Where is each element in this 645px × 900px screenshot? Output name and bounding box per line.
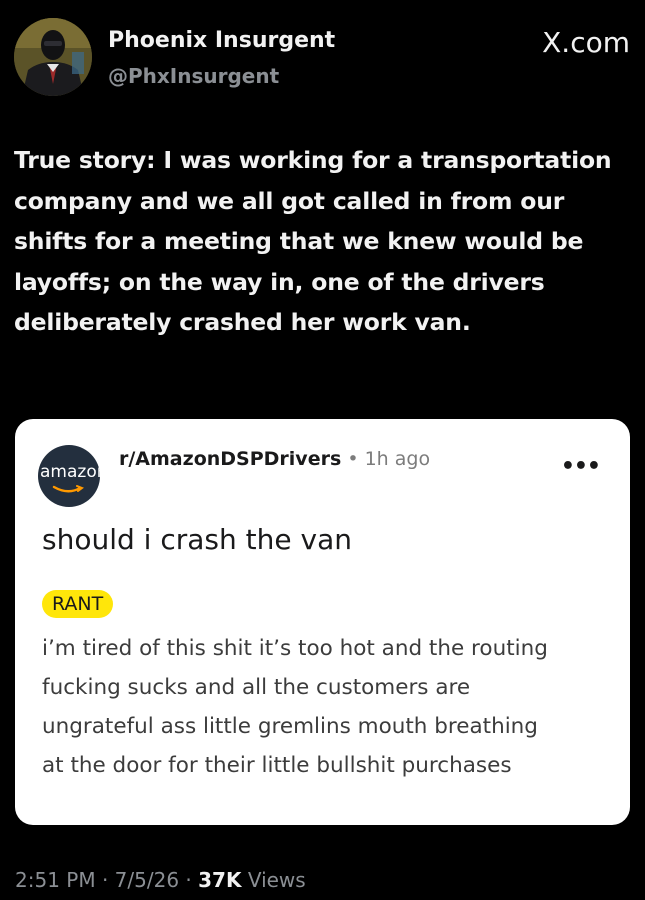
site-watermark: X.com bbox=[542, 26, 630, 59]
meta-separator: • bbox=[347, 448, 359, 470]
more-options-icon[interactable]: ••• bbox=[561, 456, 601, 478]
post-title[interactable]: should i crash the van bbox=[42, 523, 352, 556]
profile-photo-icon bbox=[14, 18, 92, 96]
tweet-time[interactable]: 2:51 PM bbox=[15, 868, 96, 892]
subreddit-name[interactable]: r/AmazonDSPDrivers bbox=[119, 448, 341, 470]
post-meta-line: r/AmazonDSPDrivers • 1h ago bbox=[119, 448, 430, 470]
post-body-line: at the door for their little bullshit pu… bbox=[42, 753, 512, 778]
tweet-text: True story: I was working for a transpor… bbox=[14, 146, 612, 336]
post-body-line: fucking sucks and all the customers are bbox=[42, 675, 471, 700]
user-handle[interactable]: @PhxInsurgent bbox=[108, 64, 279, 88]
post-flair[interactable]: RANT bbox=[42, 590, 114, 618]
post-body-line: i’m tired of this shit it’s too hot and … bbox=[42, 636, 548, 661]
display-name[interactable]: Phoenix Insurgent bbox=[108, 28, 335, 53]
subreddit-avatar[interactable]: amazon bbox=[38, 445, 100, 507]
views-label: Views bbox=[247, 868, 306, 892]
amazon-smile-icon bbox=[52, 485, 84, 493]
meta-separator: · bbox=[185, 868, 192, 892]
tweet-header: Phoenix Insurgent @PhxInsurgent X.com bbox=[14, 16, 632, 100]
amazon-logo-icon: amazon bbox=[40, 462, 100, 482]
post-body: i’m tired of this shit it’s too hot and … bbox=[42, 629, 622, 785]
post-body-line: ungrateful ass little gremlins mouth bre… bbox=[42, 714, 538, 739]
embedded-reddit-post: amazon r/AmazonDSPDrivers • 1h ago ••• s… bbox=[15, 419, 630, 825]
profile-avatar[interactable] bbox=[14, 18, 92, 96]
redacted-username bbox=[119, 481, 287, 501]
views-count: 37K bbox=[198, 868, 242, 892]
tweet-date[interactable]: 7/5/26 bbox=[115, 868, 179, 892]
tweet-meta: 2:51 PM · 7/5/26 · 37K Views bbox=[15, 868, 306, 892]
meta-separator: · bbox=[101, 868, 109, 892]
post-time: 1h ago bbox=[364, 448, 431, 470]
